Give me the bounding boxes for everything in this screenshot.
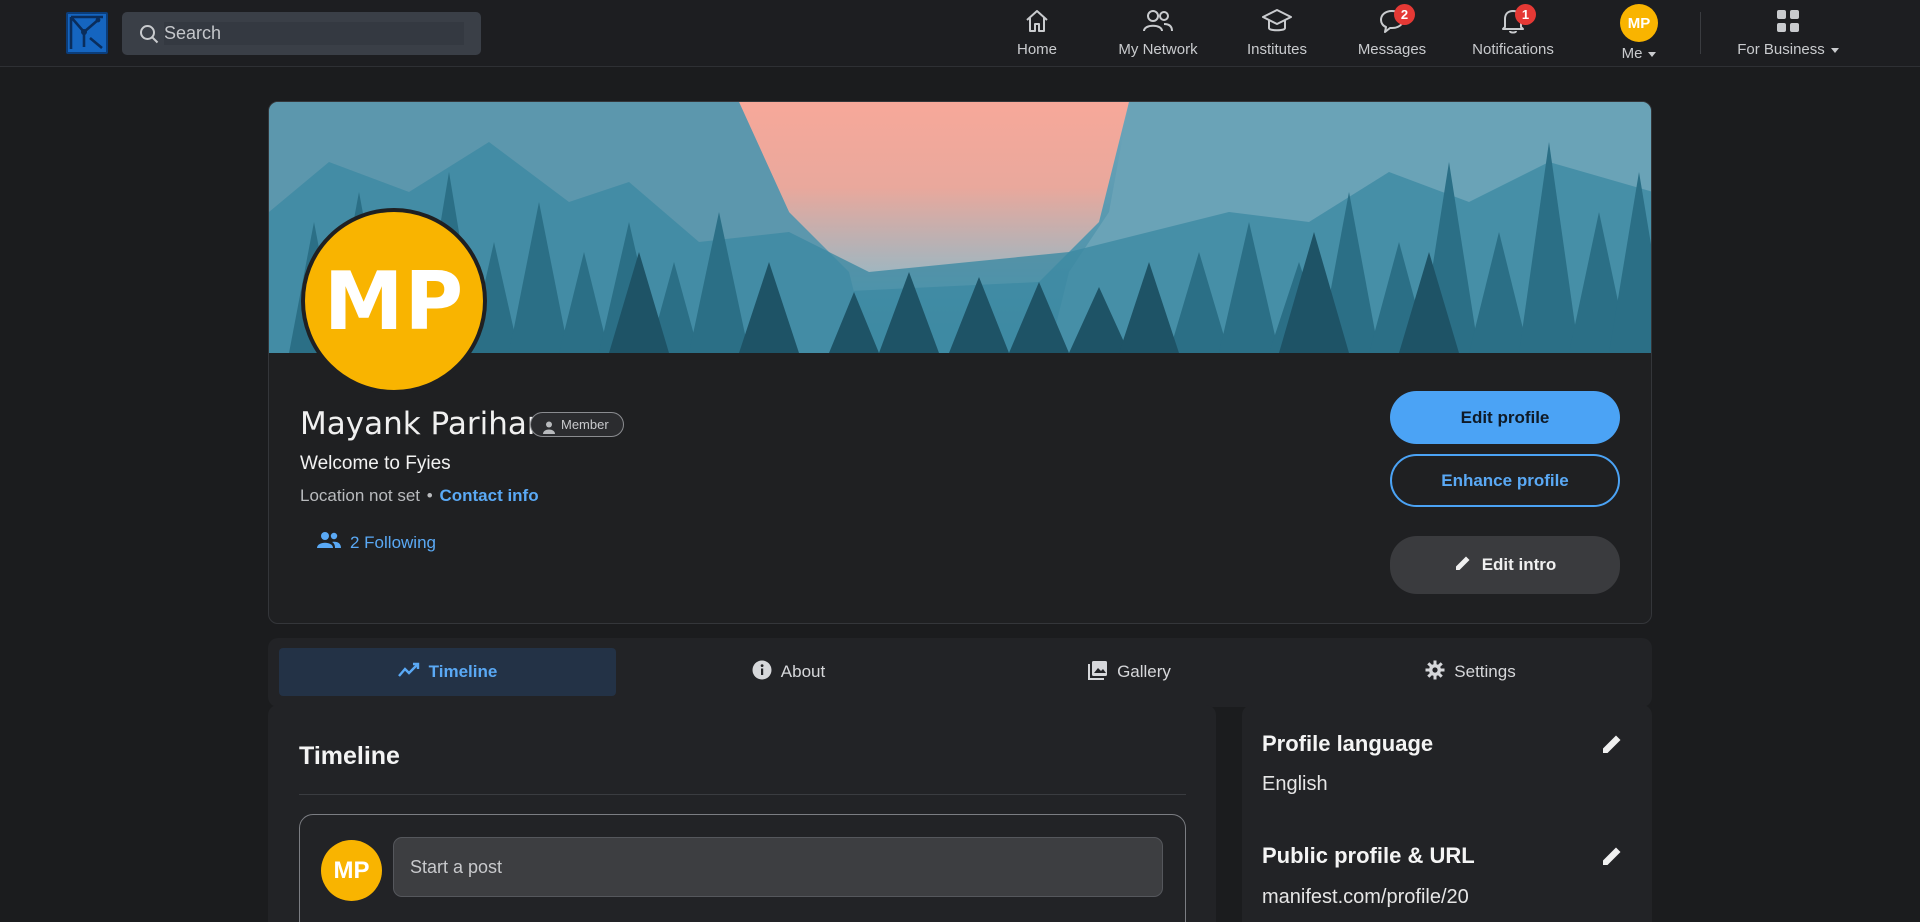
edit-profile-button[interactable]: Edit profile	[1390, 391, 1620, 444]
nav-me[interactable]: MP Me	[1614, 4, 1664, 62]
profile-language-title: Profile language	[1262, 731, 1434, 756]
edit-url-pencil-icon[interactable]	[1601, 845, 1623, 872]
nav-messages[interactable]: 2 Messages	[1355, 4, 1429, 62]
profile-name: Mayank Parihar	[300, 406, 540, 442]
profile-tabs: Timeline About Gallery Settings	[268, 638, 1652, 707]
nav-notifications[interactable]: 1 Notifications	[1468, 4, 1558, 62]
enhance-profile-button[interactable]: Enhance profile	[1390, 454, 1620, 507]
grid-icon	[1775, 4, 1801, 38]
create-post-box: MP	[299, 814, 1186, 922]
location-line: Location not set • Contact info	[300, 486, 539, 506]
nav-home-label: Home	[1016, 41, 1057, 58]
nav-me-label: Me	[1621, 45, 1643, 62]
messages-badge: 2	[1394, 4, 1415, 25]
people-icon	[1142, 4, 1174, 38]
nav-for-business-label: For Business	[1737, 41, 1825, 58]
nav-institutes[interactable]: Institutes	[1240, 4, 1314, 62]
bell-icon: 1	[1493, 4, 1536, 38]
start-post-input[interactable]	[393, 837, 1163, 897]
gear-icon	[1425, 660, 1445, 685]
following-link[interactable]: 2 Following	[317, 531, 436, 554]
gallery-icon	[1088, 660, 1108, 685]
public-profile-url-title: Public profile & URL	[1262, 843, 1475, 868]
nav-my-network-label: My Network	[1118, 41, 1198, 58]
location-text: Location not set	[300, 486, 421, 505]
notifications-badge: 1	[1515, 4, 1536, 25]
search-box[interactable]	[122, 12, 481, 55]
edit-language-pencil-icon[interactable]	[1601, 733, 1623, 760]
nav-notifications-label: Notifications	[1472, 41, 1554, 58]
tab-settings[interactable]: Settings	[1302, 648, 1639, 696]
public-profile-url-value: manifest.com/profile/20	[1262, 886, 1469, 908]
tab-settings-label: Settings	[1454, 662, 1516, 681]
trend-icon	[397, 662, 420, 683]
avatar: MP	[1620, 4, 1658, 42]
member-badge: Member	[530, 412, 624, 437]
nav-messages-label: Messages	[1357, 41, 1427, 58]
chevron-down-icon	[1648, 51, 1657, 57]
profile-language-value: English	[1262, 773, 1328, 795]
top-navigation-bar: Home My Network Institutes 2 Messages 1 …	[0, 0, 1920, 67]
people-icon	[317, 531, 341, 554]
chat-icon: 2	[1372, 4, 1415, 38]
user-icon	[543, 418, 555, 441]
profile-headline: Welcome to Fyies	[300, 453, 451, 474]
divider	[299, 794, 1186, 795]
app-logo[interactable]	[66, 12, 108, 54]
profile-avatar[interactable]: MP	[301, 208, 487, 394]
nav-my-network[interactable]: My Network	[1112, 4, 1204, 62]
tab-gallery[interactable]: Gallery	[961, 648, 1298, 696]
avatar: MP	[321, 840, 382, 901]
edit-intro-label: Edit intro	[1481, 555, 1557, 574]
profile-side-panel: Profile language English Public profile …	[1242, 705, 1652, 922]
timeline-title: Timeline	[299, 742, 400, 770]
profile-card: MP Mayank Parihar Member Welcome to Fyie…	[268, 101, 1652, 624]
tab-timeline-label: Timeline	[428, 662, 498, 681]
info-icon	[752, 660, 772, 685]
timeline-panel: Timeline MP	[268, 705, 1216, 922]
edit-intro-button[interactable]: Edit intro	[1390, 536, 1620, 594]
nav-home[interactable]: Home	[1006, 4, 1068, 62]
tab-about-label: About	[780, 662, 826, 681]
tab-about[interactable]: About	[620, 648, 957, 696]
nav-for-business[interactable]: For Business	[1734, 4, 1842, 62]
following-label: 2 Following	[350, 532, 436, 552]
chevron-down-icon	[1830, 47, 1839, 53]
nav-divider	[1700, 12, 1701, 54]
nav-institutes-label: Institutes	[1246, 41, 1308, 58]
search-input[interactable]	[164, 22, 464, 45]
separator: •	[426, 486, 433, 505]
search-icon	[139, 24, 159, 49]
tab-timeline[interactable]: Timeline	[279, 648, 616, 696]
tab-gallery-label: Gallery	[1117, 662, 1171, 681]
home-icon	[1023, 4, 1051, 38]
contact-info-link[interactable]: Contact info	[439, 486, 538, 505]
member-badge-label: Member	[561, 417, 609, 432]
graduation-cap-icon	[1261, 4, 1293, 38]
pencil-icon	[1454, 554, 1472, 577]
